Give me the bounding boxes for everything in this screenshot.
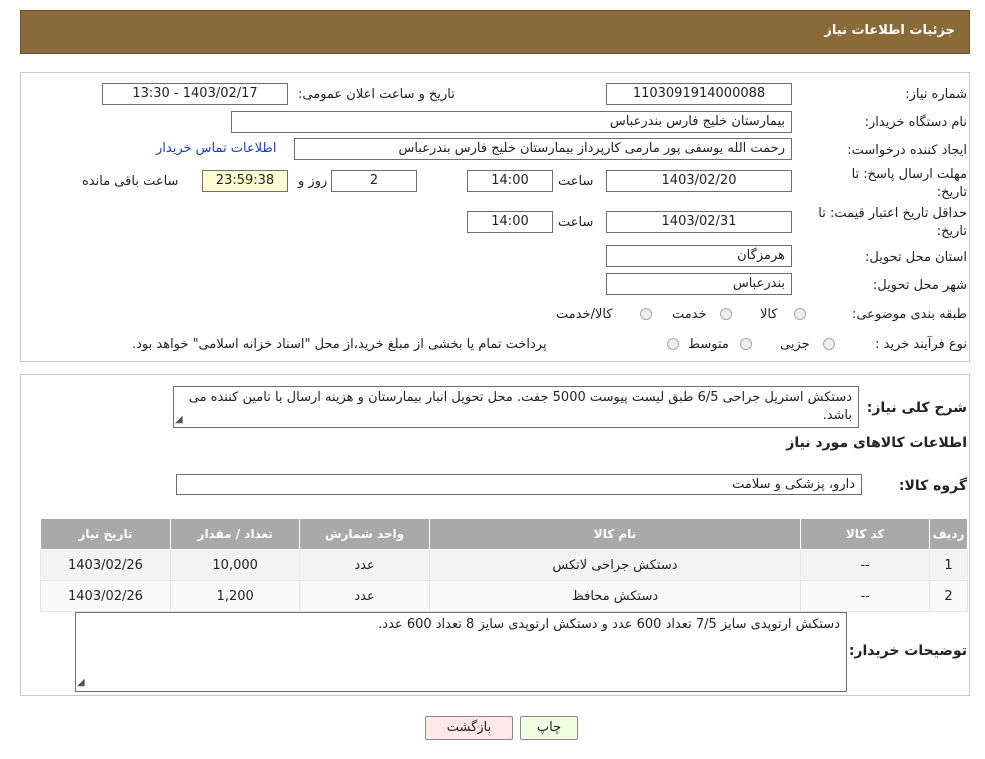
province-field: هرمزگان [606,245,792,267]
col-code: کد کالا [800,518,931,550]
resize-handle-icon[interactable]: ◢ [77,677,85,688]
table-row: 1 -- دستکش جراحی لاتکس عدد 10,000 1403/0… [40,549,968,581]
back-button[interactable]: بازگشت [425,716,513,740]
need-number-label: شماره نیاز: [905,87,967,102]
city-field: بندرعباس [606,273,792,295]
province-label: استان محل تحویل: [865,250,967,265]
cell-name: دستکش جراحی لاتکس [428,549,802,581]
description-label: شرح کلی نیاز: [866,400,967,416]
items-table: ردیف کد کالا نام کالا واحد شمارش تعداد /… [40,518,968,612]
cell-unit: عدد [299,549,430,581]
cell-code: -- [800,580,931,612]
category-option-service: خدمت [672,307,707,322]
page-header: جزئیات اطلاعات نیاز [20,10,970,54]
cell-date: 1403/02/26 [40,580,171,612]
cell-qty: 10,000 [169,549,301,581]
announce-label: تاریخ و ساعت اعلان عمومی: [298,87,455,102]
process-radio-medium[interactable] [740,338,752,350]
col-qty: تعداد / مقدار [169,518,301,550]
cell-unit: عدد [299,580,430,612]
cell-row: 2 [929,580,968,612]
process-option-medium: متوسط [688,337,729,352]
deadline-label: مهلت ارسال پاسخ: تا [851,167,967,182]
city-label: شهر محل تحویل: [872,278,967,293]
requester-label: ایجاد کننده درخواست: [847,143,967,158]
description-field: دستکش استریل جراحی 6/5 طبق لیست پیوست 50… [173,386,859,428]
validity-time-label: ساعت [558,215,594,230]
cell-qty: 1,200 [169,580,301,612]
remaining-label: ساعت باقی مانده [82,174,179,189]
deadline-label-date: تاریخ: [936,185,967,200]
category-label: طبقه بندی موضوعی: [851,307,967,322]
category-option-goods-service: کالا/خدمت [556,307,613,322]
process-note: پرداخت تمام یا بخشی از مبلغ خرید،از محل … [132,337,547,352]
days-field: 2 [331,170,417,192]
col-row: ردیف [929,518,968,550]
col-date: تاریخ نیاز [40,518,171,550]
category-option-goods: کالا [760,307,778,322]
col-name: نام کالا [428,518,802,550]
process-option-minor: جزیی [780,337,810,352]
deadline-time-label: ساعت [558,174,594,189]
buyer-notes-field: دستکش ارتوپدی سایز 7/5 تعداد 600 عدد و د… [75,612,847,692]
deadline-time-field: 14:00 [467,170,553,192]
validity-label-date: تاریخ: [936,224,967,239]
cell-name: دستکش محافظ [428,580,802,612]
print-button[interactable]: چاپ [520,716,578,740]
cell-code: -- [800,549,931,581]
goods-info-title: اطلاعات کالاهای مورد نیاز [786,435,967,451]
announce-field: 1403/02/17 - 13:30 [102,83,288,105]
requester-field: رحمت الله یوسفی پور مارمی کارپرداز بیمار… [294,138,792,160]
remaining-time-field: 23:59:38 [202,170,288,192]
buyer-org-field: بیمارستان خلیج فارس بندرعباس [231,111,792,133]
deadline-date-field: 1403/02/20 [606,170,792,192]
resize-handle-icon[interactable]: ◢ [175,414,183,425]
category-radio-service[interactable] [720,308,732,320]
table-row: 2 -- دستکش محافظ عدد 1,200 1403/02/26 [40,580,968,612]
cell-date: 1403/02/26 [40,549,171,581]
category-radio-goods[interactable] [794,308,806,320]
validity-label: حداقل تاریخ اعتبار قیمت: تا [818,206,967,221]
process-radio-minor[interactable] [823,338,835,350]
category-radio-goods-service[interactable] [640,308,652,320]
page-title: جزئیات اطلاعات نیاز [824,23,955,38]
process-label: نوع فرآیند خرید : [875,337,967,352]
buyer-contact-link[interactable]: اطلاعات تماس خریدار [156,141,276,156]
col-unit: واحد شمارش [299,518,430,550]
validity-date-field: 1403/02/31 [606,211,792,233]
need-number-field: 1103091914000088 [606,83,792,105]
cell-row: 1 [929,549,968,581]
goods-group-label: گروه کالا: [898,478,967,494]
validity-time-field: 14:00 [467,211,553,233]
buyer-org-label: نام دستگاه خریدار: [864,115,967,130]
buyer-notes-label: توضیحات خریدار: [848,643,967,659]
goods-group-field: دارو، پزشکی و سلامت [176,474,862,495]
treasury-radio[interactable] [667,338,679,350]
days-label: روز و [298,174,328,189]
